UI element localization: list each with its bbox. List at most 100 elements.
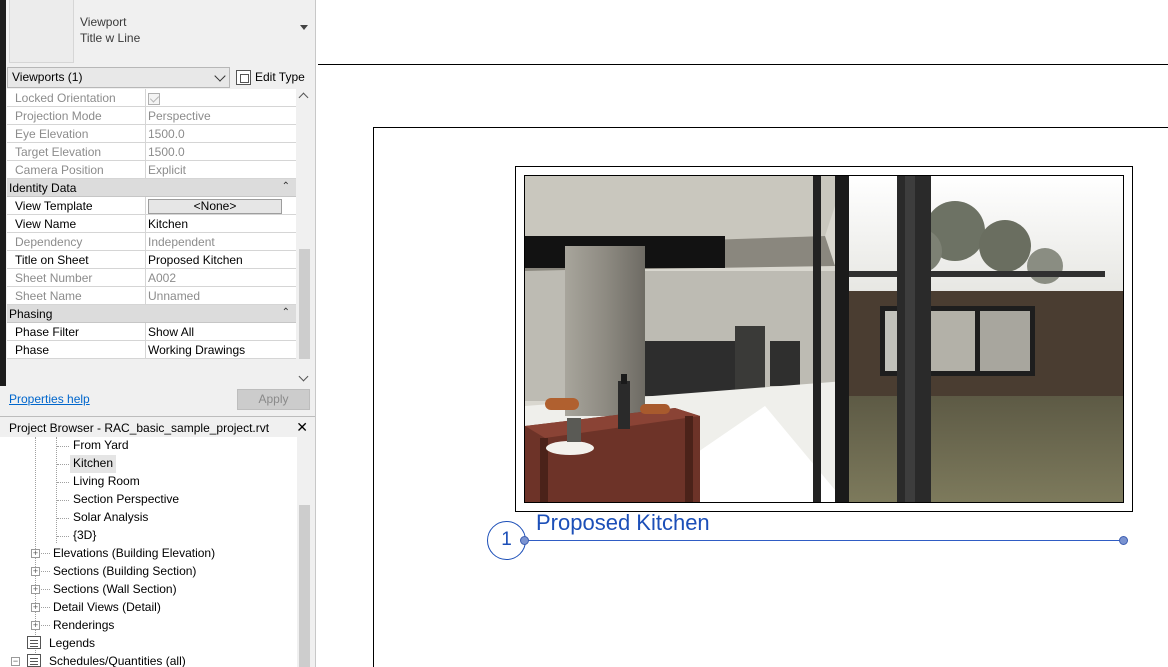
tree-group[interactable]: Legends [49,635,95,653]
collapse-tree-icon[interactable]: − [11,657,20,666]
type-preview-thumbnail[interactable] [9,0,74,63]
tree-group[interactable]: Sections (Building Section) [53,563,196,581]
property-row: Sheet Number A002 [7,269,296,287]
property-label: Target Elevation [7,143,146,160]
property-row[interactable]: Phase Filter Show All [7,323,296,341]
property-label: Phase [7,341,146,358]
expand-icon[interactable]: + [31,567,40,576]
expand-icon[interactable]: + [31,603,40,612]
expand-icon[interactable]: + [31,549,40,558]
property-label: View Template [7,197,146,214]
properties-help-link[interactable]: Properties help [9,392,90,406]
tree-item-view[interactable]: Section Perspective [73,491,179,509]
scroll-thumb[interactable] [299,249,310,359]
project-browser-header: Project Browser - RAC_basic_sample_proje… [0,416,315,437]
viewport-title[interactable]: Proposed Kitchen [536,510,710,536]
property-row[interactable]: Phase Working Drawings [7,341,296,359]
property-value: Perspective [148,109,211,123]
property-label: Phase Filter [7,323,146,340]
tree-item-view[interactable]: From Yard [73,437,129,455]
edit-type-button[interactable]: Edit Type [236,67,312,87]
tree-item-view[interactable]: Solar Analysis [73,509,148,527]
project-browser-tree: From Yard Kitchen Living Room Section Pe… [0,437,297,667]
property-value: 1500.0 [148,145,185,159]
phase-filter-field[interactable]: Show All [146,323,296,340]
property-value: Explicit [148,163,187,177]
viewport-title-line[interactable] [525,540,1124,541]
group-label: Phasing [9,307,53,321]
property-row: Target Elevation 1500.0 [7,143,296,161]
tree-item-view[interactable]: {3D} [73,527,96,545]
property-row: Locked Orientation [7,89,296,107]
scroll-thumb[interactable] [299,505,310,667]
title-line-start-grip[interactable] [520,536,529,545]
kitchen-rendering-image[interactable] [524,175,1124,503]
instance-filter-dropdown[interactable]: Viewports (1) [7,67,230,88]
view-template-button[interactable]: <None> [148,199,282,214]
revit-window: Viewport Title w Line Viewports (1) Edit… [0,0,1168,667]
property-label: Eye Elevation [7,125,146,142]
view-name-field[interactable]: Kitchen [146,215,296,232]
type-selector[interactable]: Viewport Title w Line [80,14,140,46]
browser-scrollbar[interactable] [297,437,312,667]
tree-group[interactable]: Elevations (Building Elevation) [53,545,215,563]
property-label: Sheet Name [7,287,146,304]
property-row: View Template <None> [7,197,296,215]
schedules-icon [27,654,41,667]
locked-orientation-checkbox[interactable] [148,92,160,105]
legends-icon [27,636,41,649]
tree-item-view[interactable]: Living Room [73,473,140,491]
drawing-area-border [318,64,1168,65]
property-row[interactable]: Title on Sheet Proposed Kitchen [7,251,296,269]
property-row: Projection Mode Perspective [7,107,296,125]
scroll-up-icon[interactable] [298,92,309,103]
property-label: Sheet Number [7,269,146,286]
properties-and-browser-panel: Viewport Title w Line Viewports (1) Edit… [0,0,316,667]
collapse-icon[interactable]: ⌃ [282,181,290,192]
phase-field[interactable]: Working Drawings [146,341,296,358]
collapse-icon[interactable]: ⌃ [282,307,290,318]
close-icon[interactable]: ✕ [296,419,308,436]
property-value: 1500.0 [148,127,185,141]
tree-group[interactable]: Sections (Wall Section) [53,581,177,599]
property-label: Camera Position [7,161,146,178]
property-label: Projection Mode [7,107,146,124]
expand-icon[interactable]: + [31,621,40,630]
type-family-name: Viewport [80,15,127,29]
sheet-canvas[interactable]: 1 Proposed Kitchen [316,0,1168,667]
property-row: Camera Position Explicit [7,161,296,179]
property-label: Title on Sheet [7,251,146,268]
property-label: Dependency [7,233,146,250]
tree-group[interactable]: Detail Views (Detail) [53,599,161,617]
expand-icon[interactable]: + [31,585,40,594]
tree-group[interactable]: Schedules/Quantities (all) [49,653,186,667]
scroll-down-icon[interactable] [298,371,309,382]
edit-type-label: Edit Type [255,70,305,84]
panel-dark-edge [0,0,6,386]
properties-scrollbar[interactable] [297,89,312,386]
rendering-illustration [525,176,1123,502]
title-line-end-grip[interactable] [1119,536,1128,545]
project-browser-title: Project Browser - RAC_basic_sample_proje… [9,421,270,435]
group-identity-data[interactable]: Identity Data ⌃ [7,179,296,197]
property-value: A002 [148,271,177,285]
group-label: Identity Data [9,181,77,195]
title-on-sheet-field[interactable]: Proposed Kitchen [146,251,296,268]
property-row: Sheet Name Unnamed [7,287,296,305]
apply-button[interactable]: Apply [237,389,310,410]
type-dropdown-icon[interactable] [300,25,308,30]
property-label: View Name [7,215,146,232]
property-row[interactable]: View Name Kitchen [7,215,296,233]
chevron-down-icon [214,70,226,82]
property-label: Locked Orientation [7,89,146,106]
type-type-name: Title w Line [80,31,141,45]
property-row: Dependency Independent [7,233,296,251]
group-phasing[interactable]: Phasing ⌃ [7,305,296,323]
property-value: Unnamed [148,289,201,303]
instance-filter-label: Viewports (1) [12,70,83,84]
property-value: Independent [148,235,215,249]
property-row: Eye Elevation 1500.0 [7,125,296,143]
tree-group[interactable]: Renderings [53,617,114,635]
tree-item-view-selected[interactable]: Kitchen [70,455,117,473]
properties-grid: Locked Orientation Projection Mode Persp… [7,89,296,359]
